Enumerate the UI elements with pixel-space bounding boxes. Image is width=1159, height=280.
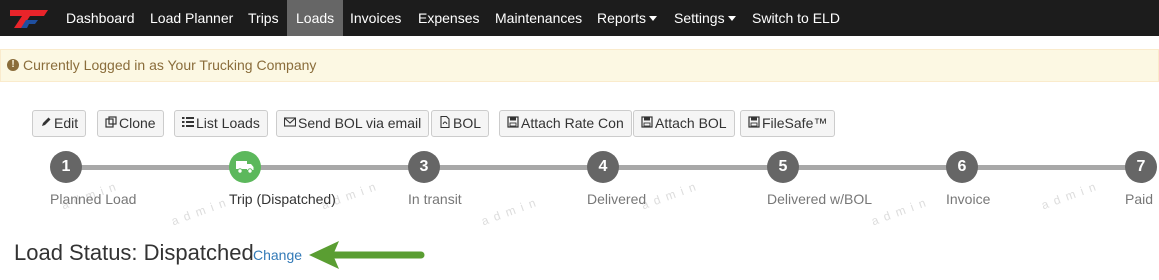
step-4-circle[interactable]: 4 <box>587 151 619 183</box>
watermark-text: admin <box>639 177 704 213</box>
clone-icon <box>105 116 117 128</box>
step-5-label: Delivered w/BOL <box>767 191 873 207</box>
caret-down-icon <box>649 15 658 21</box>
truck-icon <box>236 161 254 174</box>
logged-in-alert: ! Currently Logged in as Your Trucking Co… <box>0 49 1159 82</box>
top-navbar: Dashboard Load Planner Trips Loads Invoi… <box>0 0 1159 36</box>
filesafe-button-label: FileSafe™ <box>762 115 828 131</box>
load-status-heading: Load Status: Dispatched <box>14 240 254 265</box>
attach-rate-con-button[interactable]: Attach Rate Con <box>499 110 632 137</box>
step-7-label: Paid <box>1125 191 1154 207</box>
step-2-circle[interactable] <box>229 151 261 183</box>
attach-bol-button[interactable]: Attach BOL <box>633 110 735 137</box>
edit-button[interactable]: Edit <box>32 110 87 137</box>
nav-settings[interactable]: Settings <box>665 0 745 36</box>
step-5-circle[interactable]: 5 <box>767 151 799 183</box>
nav-reports[interactable]: Reports <box>588 0 666 36</box>
step-2-label: Trip (Dispatched) <box>229 191 336 207</box>
exclamation-circle-icon: ! <box>7 59 19 72</box>
step-7-circle[interactable]: 7 <box>1125 151 1157 183</box>
clone-button-label: Clone <box>119 115 156 131</box>
nav-settings-label: Settings <box>674 10 725 26</box>
nav-trips[interactable]: Trips <box>239 0 288 36</box>
nav-reports-label: Reports <box>597 10 647 26</box>
step-6-label: Invoice <box>946 191 991 207</box>
save-icon <box>748 116 760 128</box>
save-icon <box>641 116 653 128</box>
nav-loads[interactable]: Loads <box>287 0 344 36</box>
step-1-label: Planned Load <box>50 191 137 207</box>
nav-expenses[interactable]: Expenses <box>409 0 488 36</box>
nav-maintenances[interactable]: Maintenances <box>486 0 591 36</box>
pencil-icon <box>42 117 51 127</box>
attach-rate-con-button-label: Attach Rate Con <box>521 115 624 131</box>
arrow-annotation-icon <box>309 241 425 269</box>
watermark-text: admin <box>869 193 934 229</box>
step-1-circle[interactable]: 1 <box>50 151 82 183</box>
attach-bol-button-label: Attach BOL <box>655 115 727 131</box>
list-icon <box>182 117 194 128</box>
step-3-circle[interactable]: 3 <box>408 151 440 183</box>
filesafe-button[interactable]: FileSafe™ <box>740 110 836 137</box>
envelope-icon <box>284 117 296 127</box>
nav-load-planner[interactable]: Load Planner <box>141 0 242 36</box>
send-bol-email-button-label: Send BOL via email <box>298 115 422 131</box>
send-bol-email-button[interactable]: Send BOL via email <box>276 110 430 137</box>
save-icon <box>507 116 519 128</box>
nav-switch-to-eld[interactable]: Switch to ELD <box>743 0 849 36</box>
watermark-text: admin <box>169 193 234 229</box>
edit-button-label: Edit <box>54 115 79 131</box>
caret-down-icon <box>727 15 736 21</box>
step-4-label: Delivered <box>587 191 647 207</box>
nav-dashboard[interactable]: Dashboard <box>57 0 144 36</box>
nav-invoices[interactable]: Invoices <box>341 0 410 36</box>
change-status-link[interactable]: Change <box>253 247 302 263</box>
clone-button[interactable]: Clone <box>97 110 164 137</box>
step-3-label: In transit <box>408 191 462 207</box>
list-loads-button[interactable]: List Loads <box>174 110 268 137</box>
bol-button-label: BOL <box>453 115 482 131</box>
list-loads-button-label: List Loads <box>196 115 260 131</box>
watermark-text: admin <box>1039 177 1104 213</box>
logo-icon[interactable] <box>8 6 50 30</box>
step-6-circle[interactable]: 6 <box>946 151 978 183</box>
alert-text: Currently Logged in as Your Trucking Com… <box>23 57 317 73</box>
bol-button[interactable]: BOL <box>431 110 490 137</box>
pdf-icon <box>440 116 450 129</box>
watermark-text: admin <box>479 193 544 229</box>
